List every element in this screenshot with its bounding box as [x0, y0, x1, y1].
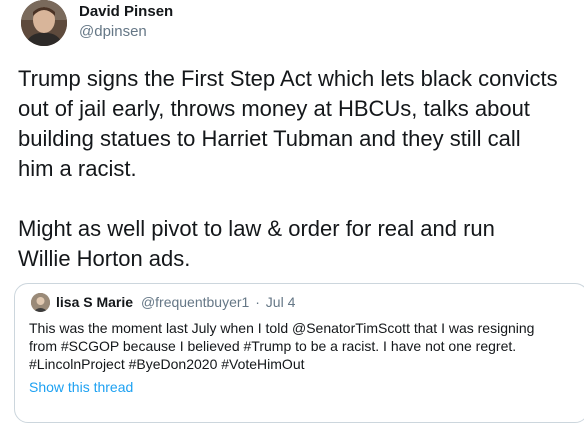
quote-line: #LincolnProject #ByeDon2020 #VoteHimOut — [29, 356, 305, 372]
quote-avatar-image — [31, 293, 50, 312]
tweet-text: Trump signs the First Step Act which let… — [18, 64, 578, 274]
tweet-paragraph-2: Might as well pivot to law & order for r… — [18, 214, 578, 274]
quote-line: from #SCGOP because I believed #Trump to… — [29, 338, 517, 354]
quote-text: This was the moment last July when I tol… — [29, 319, 579, 373]
quote-date: Jul 4 — [265, 294, 296, 310]
author-handle[interactable]: @dpinsen — [79, 23, 147, 40]
tweet-line: building statues to Harriet Tubman and t… — [18, 126, 521, 151]
quote-author-handle: @frequentbuyer1 — [140, 294, 250, 310]
quote-avatar — [31, 293, 50, 312]
tweet-line: Might as well pivot to law & order for r… — [18, 216, 495, 241]
quote-author-name: lisa S Marie — [56, 294, 134, 310]
quote-separator: · — [255, 294, 260, 310]
quote-header: lisa S Marie @frequentbuyer1 · Jul 4 — [56, 294, 295, 310]
author-avatar-image — [21, 0, 67, 46]
author-name[interactable]: David Pinsen — [79, 3, 173, 20]
author-avatar[interactable] — [21, 0, 67, 46]
tweet-paragraph-1: Trump signs the First Step Act which let… — [18, 64, 578, 184]
tweet-line: him a racist. — [18, 156, 137, 181]
tweet-line: Willie Horton ads. — [18, 246, 191, 271]
show-thread-link[interactable]: Show this thread — [29, 379, 133, 395]
quote-line: This was the moment last July when I tol… — [29, 320, 535, 336]
tweet-line: Trump signs the First Step Act which let… — [18, 66, 558, 91]
quoted-tweet[interactable]: lisa S Marie @frequentbuyer1 · Jul 4 Thi… — [14, 283, 584, 423]
tweet-line: out of jail early, throws money at HBCUs… — [18, 96, 530, 121]
